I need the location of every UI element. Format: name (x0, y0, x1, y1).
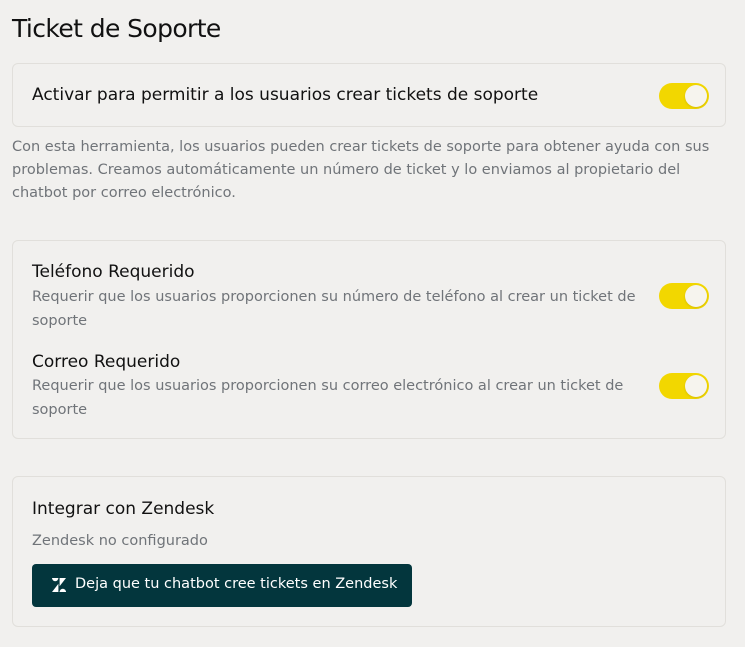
phone-required-description: Requerir que los usuarios proporcionen s… (32, 289, 636, 329)
phone-required-title: Teléfono Requerido (32, 262, 195, 282)
activate-card: Activar para permitir a los usuarios cre… (12, 63, 726, 127)
support-ticket-page: Ticket de Soporte Activar para permitir … (0, 0, 745, 647)
zendesk-button-label: Deja que tu chatbot cree tickets en Zend… (75, 576, 398, 592)
tool-description: Con esta herramienta, los usuarios puede… (12, 139, 710, 201)
zendesk-connect-button[interactable]: Deja que tu chatbot cree tickets en Zend… (32, 564, 412, 607)
zendesk-card: Integrar con Zendesk Zendesk no configur… (12, 476, 726, 627)
email-required-title: Correo Requerido (32, 352, 181, 372)
zendesk-title: Integrar con Zendesk (32, 499, 215, 519)
zendesk-status: Zendesk no configurado (32, 533, 208, 549)
toggle-knob (685, 375, 707, 397)
required-fields-card: Teléfono Requerido Requerir que los usua… (12, 240, 726, 439)
email-required-description: Requerir que los usuarios proporcionen s… (32, 378, 624, 418)
toggle-knob (685, 85, 707, 107)
activate-label: Activar para permitir a los usuarios cre… (32, 85, 539, 105)
phone-required-toggle[interactable] (659, 283, 709, 309)
page-title: Ticket de Soporte (12, 14, 221, 43)
activate-toggle[interactable] (659, 83, 709, 109)
zendesk-logo-icon (52, 578, 66, 592)
toggle-knob (685, 285, 707, 307)
email-required-toggle[interactable] (659, 373, 709, 399)
